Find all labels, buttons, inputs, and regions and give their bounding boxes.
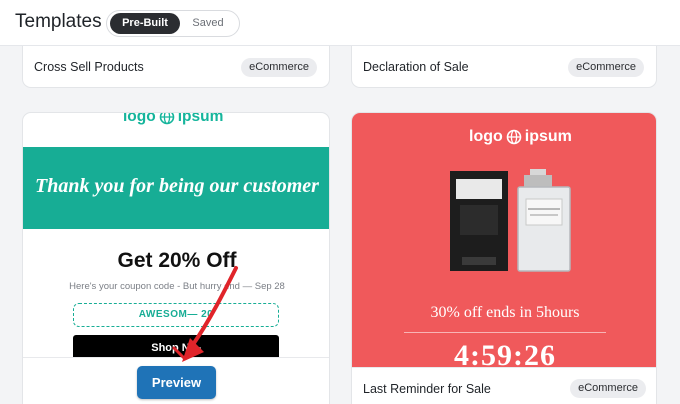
template-card-declaration[interactable]: Declaration of Sale eCommerce: [351, 46, 657, 88]
logo-text-right: ipsum: [177, 112, 224, 125]
logo-text-left: logo: [469, 128, 503, 145]
header-bar: Templates Pre-Built Saved: [0, 0, 680, 46]
logo-text-right: ipsum: [524, 128, 572, 145]
template-name: Declaration of Sale: [363, 60, 469, 74]
template-name: Cross Sell Products: [34, 60, 144, 74]
offer-title: Get 20% Off: [117, 249, 237, 272]
page-title: Templates: [15, 11, 102, 32]
preview-button[interactable]: Preview: [137, 366, 216, 399]
category-badge: eCommerce: [241, 58, 317, 77]
perfume-product-image: [450, 169, 571, 272]
divider: [404, 332, 606, 333]
coupon-note: Here's your coupon code - But hurry end …: [69, 281, 285, 292]
globe-icon: [159, 113, 175, 125]
template-preview: logo ipsum 30% off ends in 5hours 4:59:2…: [352, 113, 656, 372]
card-footer: Last Reminder for Sale eCommerce: [352, 367, 656, 404]
template-source-toggle: Pre-Built Saved: [106, 10, 240, 37]
template-card-thank-you[interactable]: logo ipsum Thank you for being our custo…: [22, 112, 330, 404]
tab-saved[interactable]: Saved: [182, 13, 234, 34]
logo-text-left: logo: [123, 112, 156, 125]
coupon-code: AWESOM— 20: [73, 303, 279, 327]
template-card-last-reminder[interactable]: logo ipsum 30% off ends in 5hours 4:59:2…: [351, 112, 657, 404]
promo-text: 30% off ends in 5hours: [430, 304, 580, 321]
category-badge: eCommerce: [568, 58, 644, 77]
headline-banner: Thank you for being our customer: [23, 147, 329, 229]
logo: logo ipsum: [469, 128, 572, 146]
logo: logo ipsum: [123, 112, 224, 126]
category-badge: eCommerce: [570, 379, 646, 398]
globe-icon: [506, 129, 522, 145]
tab-pre-built[interactable]: Pre-Built: [110, 13, 180, 34]
template-card-cross-sell[interactable]: Cross Sell Products eCommerce: [22, 46, 330, 88]
headline: Thank you for being our customer: [35, 175, 319, 197]
template-name: Last Reminder for Sale: [363, 382, 491, 396]
